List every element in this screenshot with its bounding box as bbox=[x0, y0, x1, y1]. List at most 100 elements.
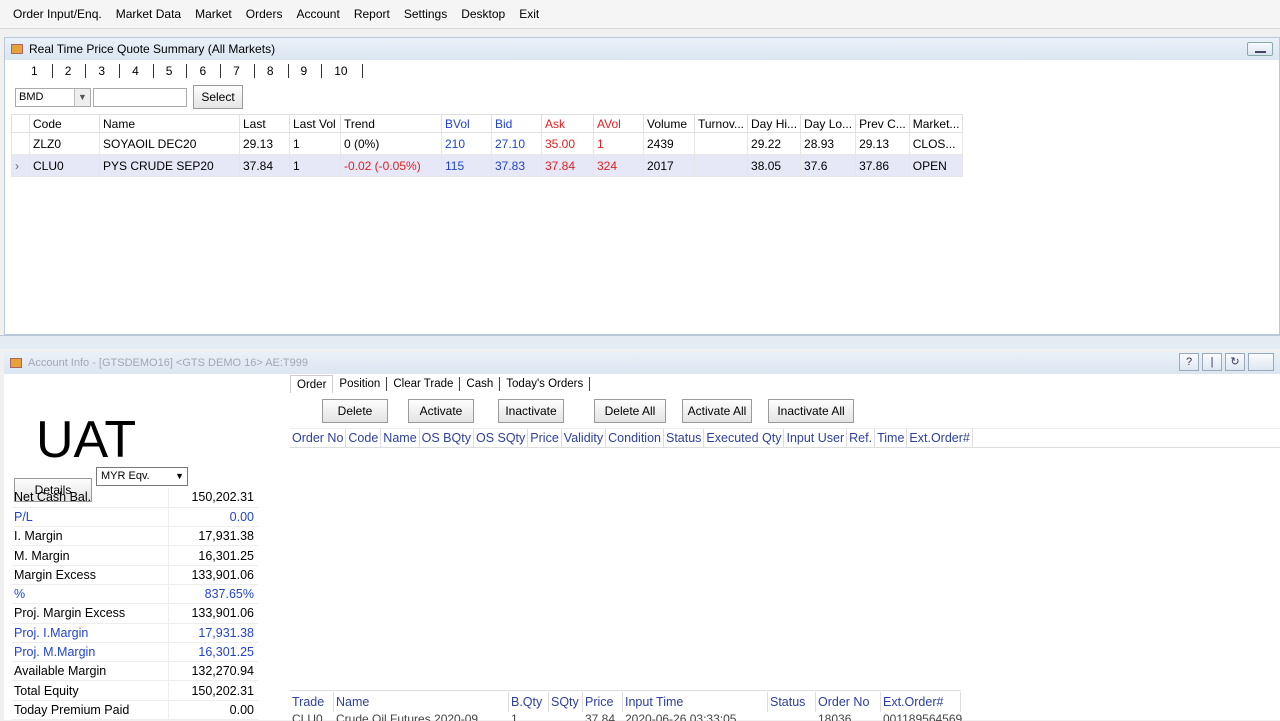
tab-1[interactable]: 1 bbox=[19, 64, 53, 78]
cell-market-status: OPEN bbox=[908, 154, 964, 177]
col-day-low[interactable]: Day Lo... bbox=[800, 114, 857, 133]
col-last-vol[interactable]: Last Vol bbox=[289, 114, 341, 133]
tab-6[interactable]: 6 bbox=[187, 64, 222, 78]
col-turnover[interactable]: Turnov... bbox=[693, 114, 749, 133]
col-bid[interactable]: Bid bbox=[491, 114, 542, 133]
tab-8[interactable]: 8 bbox=[255, 64, 289, 78]
col-ext-order[interactable]: Ext.Order# bbox=[907, 429, 973, 447]
tab-3[interactable]: 3 bbox=[86, 64, 121, 78]
summary-value: 17,931.38 bbox=[167, 623, 258, 643]
cell-code: CLU0 bbox=[29, 154, 100, 177]
account-tabs: Order Position Clear Trade Cash Today's … bbox=[290, 374, 1280, 394]
col-bqty[interactable]: B.Qty bbox=[509, 691, 549, 712]
menu-market[interactable]: Market bbox=[188, 7, 239, 21]
col-sqty[interactable]: SQty bbox=[549, 691, 583, 712]
menu-exit[interactable]: Exit bbox=[512, 7, 546, 21]
tab-5[interactable]: 5 bbox=[154, 64, 188, 78]
summary-label: Margin Excess bbox=[12, 565, 169, 585]
menu-account[interactable]: Account bbox=[289, 7, 346, 21]
col-ref[interactable]: Ref. bbox=[847, 429, 876, 447]
cell-avol: 1 bbox=[593, 132, 644, 155]
col-order-no[interactable]: Order No bbox=[816, 691, 881, 712]
inactivate-all-button[interactable]: Inactivate All bbox=[768, 399, 854, 423]
help-icon[interactable]: ? bbox=[1179, 353, 1199, 371]
account-info-titlebar: Account Info - [GTSDEMO16] <GTS DEMO 16>… bbox=[4, 352, 1280, 374]
col-condition[interactable]: Condition bbox=[606, 429, 664, 447]
tab-todays-orders[interactable]: Today's Orders bbox=[500, 377, 591, 391]
col-os-sqty[interactable]: OS SQty bbox=[474, 429, 529, 447]
col-price[interactable]: Price bbox=[528, 429, 562, 447]
symbol-input[interactable] bbox=[93, 87, 187, 107]
col-name[interactable]: Name bbox=[381, 429, 420, 447]
tab-2[interactable]: 2 bbox=[53, 64, 87, 78]
col-ask[interactable]: Ask bbox=[541, 114, 594, 133]
col-price[interactable]: Price bbox=[583, 691, 623, 712]
tab-clear-trade[interactable]: Clear Trade bbox=[387, 377, 461, 391]
chevron-down-icon[interactable]: ▼ bbox=[175, 468, 184, 485]
col-status[interactable]: Status bbox=[664, 429, 705, 447]
cell-name: PYS CRUDE SEP20 bbox=[99, 154, 240, 177]
summary-label: Net Cash Bal. bbox=[12, 488, 169, 508]
menu-desktop[interactable]: Desktop bbox=[454, 7, 512, 21]
tab-9[interactable]: 9 bbox=[289, 64, 323, 78]
delete-button[interactable]: Delete bbox=[322, 399, 388, 423]
summary-row: Proj. I.Margin 17,931.38 bbox=[12, 623, 258, 643]
menu-orders[interactable]: Orders bbox=[239, 7, 290, 21]
pane-splitter[interactable] bbox=[0, 335, 1280, 349]
account-summary-table: Net Cash Bal. 150,202.31 P/L 0.00 I. Margi… bbox=[12, 488, 258, 721]
col-bvol[interactable]: BVol bbox=[441, 114, 492, 133]
col-ext-order[interactable]: Ext.Order# bbox=[881, 691, 961, 712]
tab-7[interactable]: 7 bbox=[221, 64, 255, 78]
tab-position[interactable]: Position bbox=[333, 377, 388, 391]
col-code[interactable]: Code bbox=[29, 114, 100, 133]
col-input-time[interactable]: Input Time bbox=[623, 691, 768, 712]
quote-row[interactable]: › CLU0 PYS CRUDE SEP20 37.84 1 -0.02 (-0… bbox=[11, 154, 964, 177]
activate-all-button[interactable]: Activate All bbox=[682, 399, 752, 423]
market-select-value: BMD bbox=[19, 90, 44, 103]
minimize-icon[interactable] bbox=[1248, 353, 1274, 371]
summary-label: Total Equity bbox=[12, 680, 169, 701]
col-market-status[interactable]: Market... bbox=[908, 114, 964, 133]
col-executed-qty[interactable]: Executed Qty bbox=[704, 429, 785, 447]
col-volume[interactable]: Volume bbox=[643, 114, 695, 133]
menu-market-data[interactable]: Market Data bbox=[109, 7, 188, 21]
window-icon bbox=[10, 358, 22, 368]
refresh-icon[interactable]: ↻ bbox=[1225, 353, 1245, 371]
tab-4[interactable]: 4 bbox=[120, 64, 154, 78]
col-validity[interactable]: Validity bbox=[562, 429, 607, 447]
col-code[interactable]: Code bbox=[346, 429, 382, 447]
menu-report[interactable]: Report bbox=[347, 7, 397, 21]
activate-button[interactable]: Activate bbox=[408, 399, 474, 423]
col-last[interactable]: Last bbox=[239, 114, 290, 133]
menu-settings[interactable]: Settings bbox=[397, 7, 454, 21]
menu-order-input[interactable]: Order Input/Enq. bbox=[6, 7, 109, 21]
summary-label: Available Margin bbox=[12, 661, 169, 682]
col-trade[interactable]: Trade bbox=[290, 691, 334, 712]
col-input-user[interactable]: Input User bbox=[784, 429, 848, 447]
currency-select[interactable]: MYR Eqv. ▼ bbox=[96, 467, 188, 486]
col-name[interactable]: Name bbox=[334, 691, 509, 712]
market-select[interactable]: BMD ▼ bbox=[15, 87, 91, 107]
col-prev-close[interactable]: Prev C... bbox=[855, 114, 910, 133]
col-avol[interactable]: AVol bbox=[593, 114, 644, 133]
col-day-high[interactable]: Day Hi... bbox=[747, 114, 802, 133]
select-button[interactable]: Select bbox=[193, 85, 243, 109]
col-os-bqty[interactable]: OS BQty bbox=[420, 429, 474, 447]
chevron-down-icon[interactable]: ▼ bbox=[74, 88, 90, 106]
tab-10[interactable]: 10 bbox=[322, 64, 363, 78]
col-time[interactable]: Time bbox=[875, 429, 908, 447]
col-trend[interactable]: Trend bbox=[340, 114, 442, 133]
summary-row: Total Equity 150,202.31 bbox=[12, 680, 258, 701]
delete-all-button[interactable]: Delete All bbox=[594, 399, 666, 423]
inactivate-button[interactable]: Inactivate bbox=[498, 399, 564, 423]
account-info-window: Account Info - [GTSDEMO16] <GTS DEMO 16>… bbox=[4, 352, 1280, 721]
quote-row[interactable]: ZLZ0 SOYAOIL DEC20 29.13 1 0 (0%) 210 27… bbox=[11, 132, 964, 155]
col-order-no[interactable]: Order No bbox=[290, 429, 347, 447]
pin-icon[interactable]: | bbox=[1202, 353, 1222, 371]
col-name[interactable]: Name bbox=[99, 114, 240, 133]
col-status[interactable]: Status bbox=[768, 691, 816, 712]
tab-order[interactable]: Order bbox=[290, 375, 334, 393]
minimize-icon[interactable] bbox=[1247, 42, 1273, 56]
tab-cash[interactable]: Cash bbox=[460, 377, 501, 391]
quote-table: Code Name Last Last Vol Trend BVol Bid A… bbox=[11, 114, 964, 177]
